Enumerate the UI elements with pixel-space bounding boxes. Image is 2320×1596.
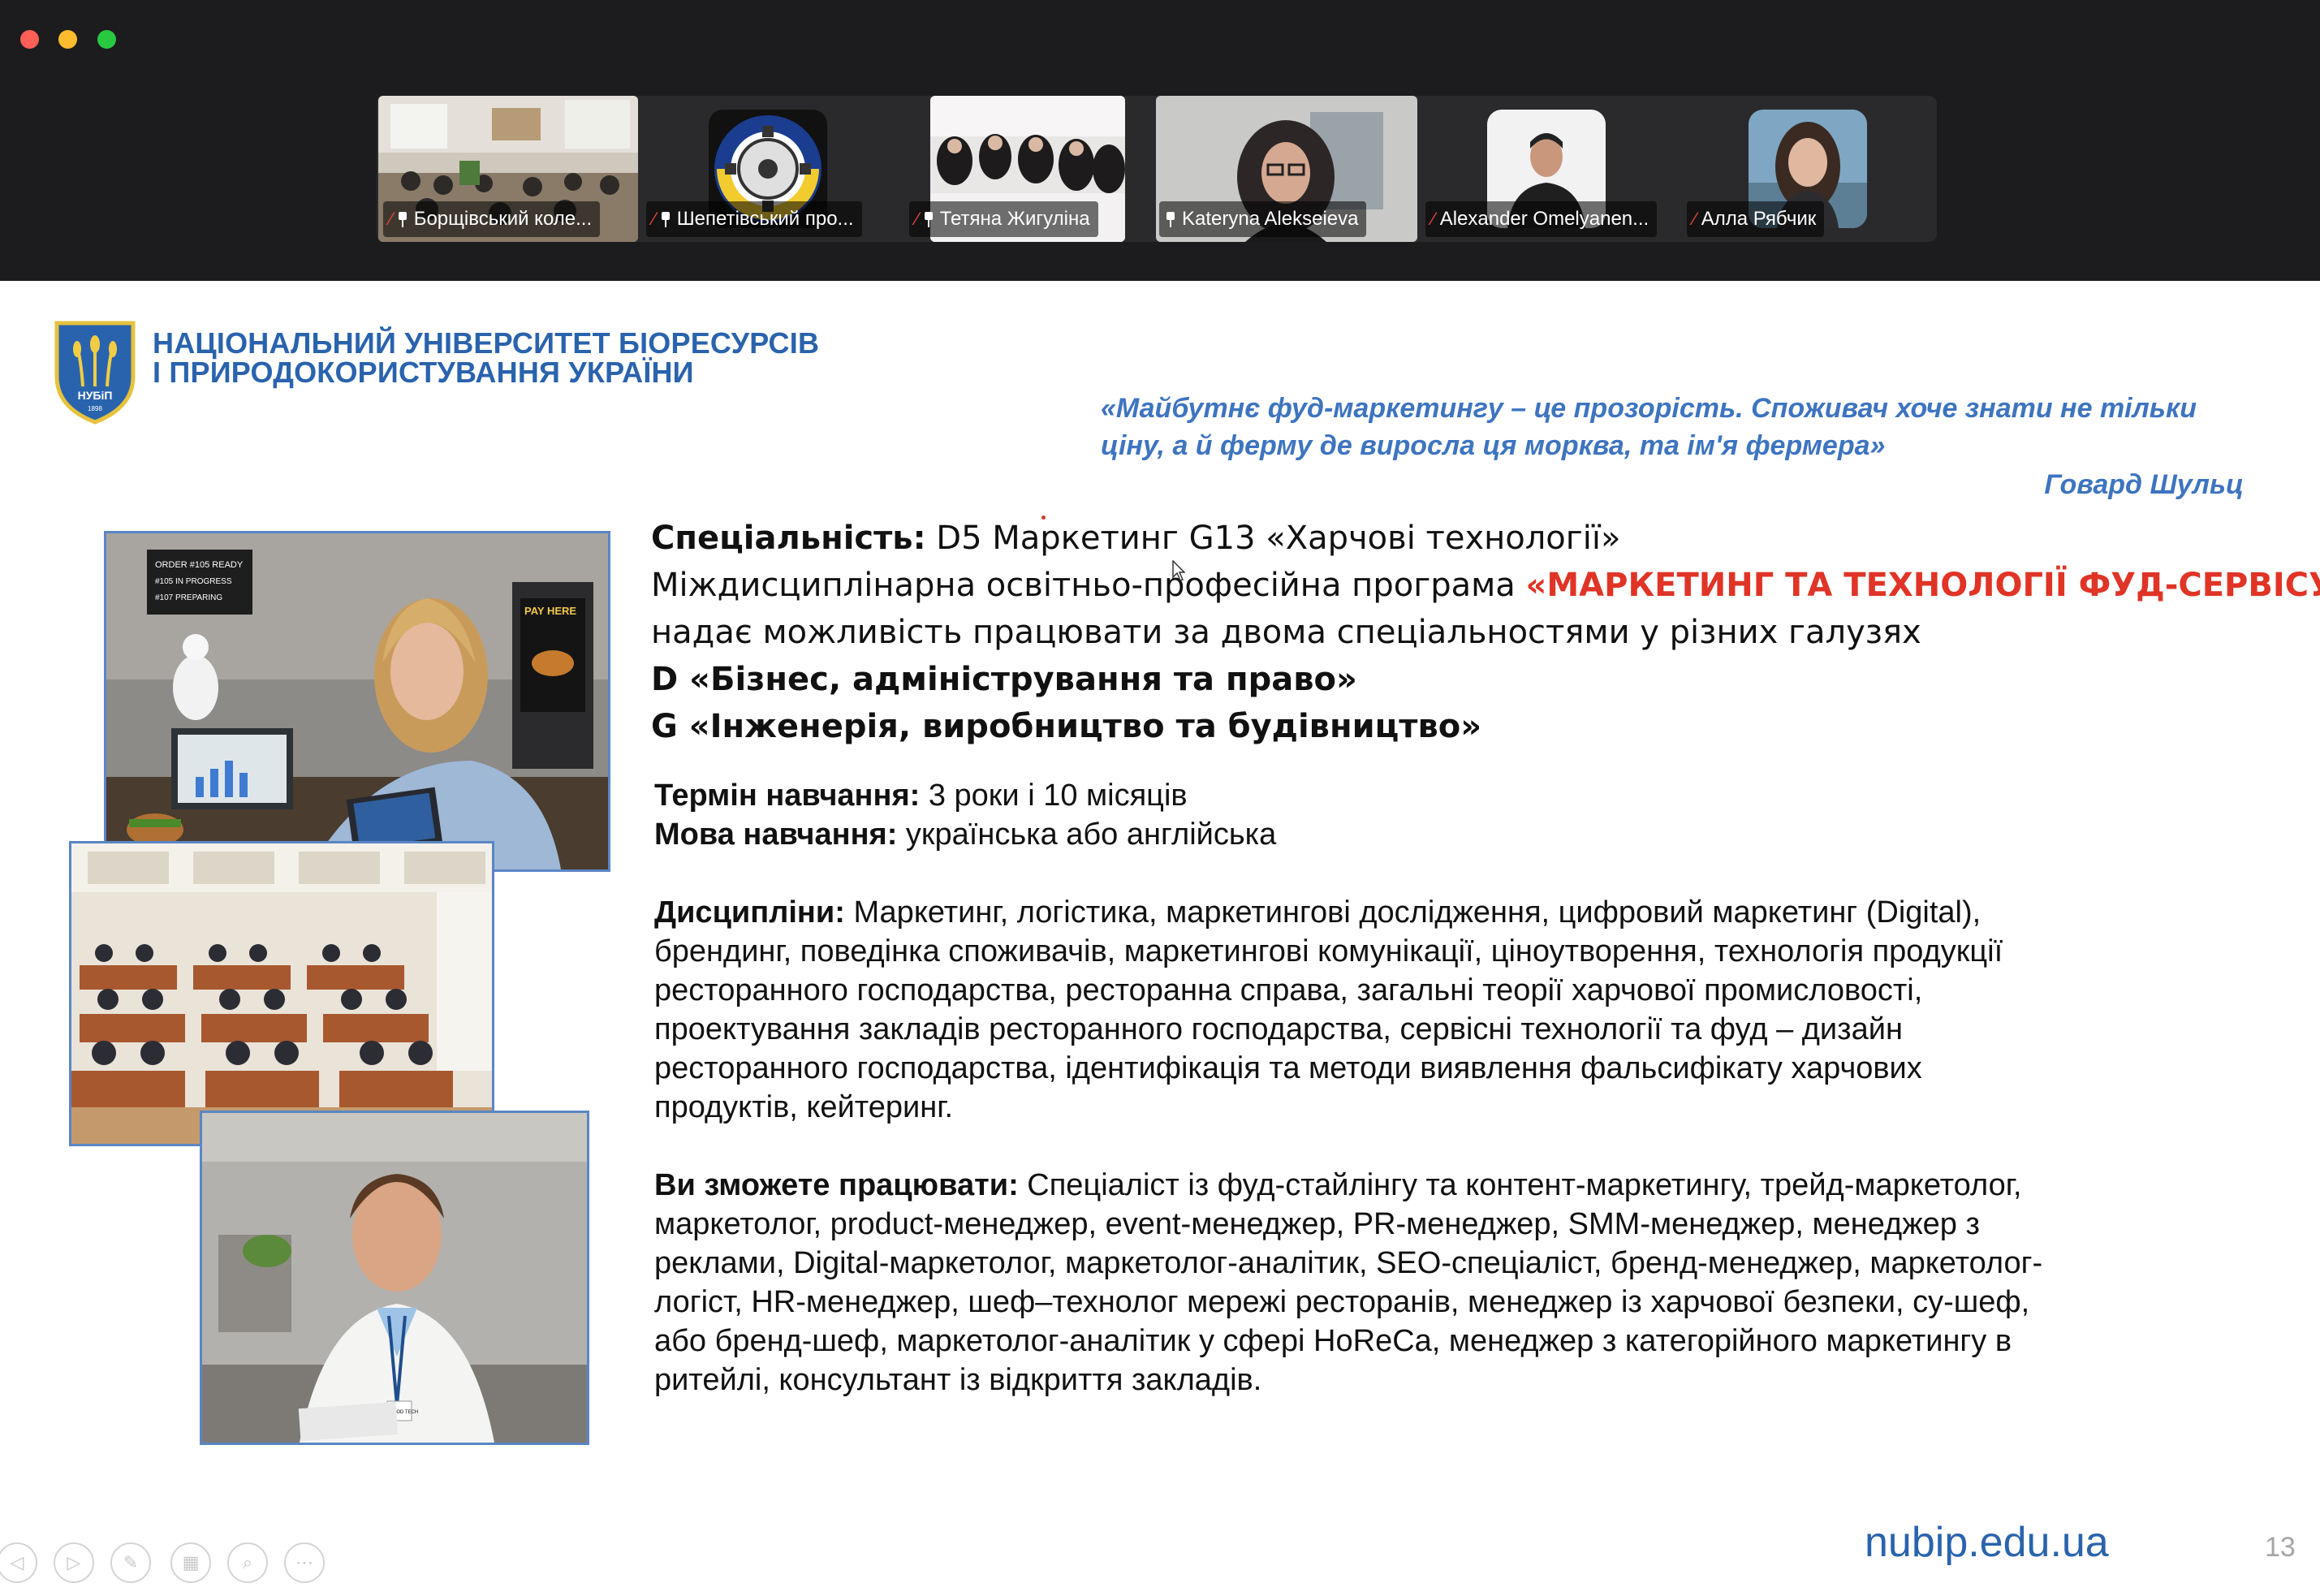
pin-icon (398, 212, 408, 227)
pin-icon (1166, 212, 1175, 227)
university-logo: НУБіП 1898 (54, 320, 136, 425)
mic-muted-icon: ⁄ (1693, 209, 1697, 229)
page-number: 13 (2265, 1532, 2296, 1563)
svg-text:НУБіП: НУБіП (78, 389, 113, 402)
svg-text:1898: 1898 (88, 405, 102, 412)
pin-icon (924, 212, 934, 227)
participant-name-tag: ⁄ Борщівський коле... (383, 201, 601, 237)
next-slide-icon[interactable]: ▷ (54, 1542, 94, 1583)
language-line: Мова навчання: українська або англійська (654, 817, 1277, 852)
provides-line: надає можливість працювати за двома спец… (651, 614, 1921, 651)
program-line: Міждисциплінарна освітньо-професійна про… (651, 567, 2320, 604)
quote-line1: «Майбутнє фуд-маркетингу – це прозорість… (1101, 393, 2197, 424)
mic-muted-icon: ⁄ (653, 209, 656, 229)
photo-marketer: ORDER #105 READY #105 IN PROGRESS #107 P… (104, 531, 610, 872)
mic-muted-icon: ⁄ (1432, 209, 1435, 229)
svg-text:#107 PREPARING: #107 PREPARING (155, 593, 222, 602)
participant-name-tag: Kateryna Alekseieva (1159, 201, 1367, 237)
more-options-icon[interactable]: ⋯ (284, 1542, 325, 1583)
window-minimize-button[interactable] (58, 30, 77, 49)
participant-name: Борщівський коле... (413, 208, 593, 230)
participant-name-tag: ⁄ Alexander Omelyanen... (1425, 201, 1658, 237)
svg-text:#105 IN PROGRESS: #105 IN PROGRESS (155, 577, 232, 586)
branch-g-line: G «Інженерія, виробництво та будівництво… (651, 708, 1482, 745)
disciplines-paragraph: Дисципліни: Маркетинг, логістика, маркет… (654, 895, 2003, 1124)
participant-name: Alexander Omelyanen... (1439, 208, 1649, 230)
window-zoom-button[interactable] (97, 30, 116, 49)
participant-name: Kateryna Alekseieva (1182, 208, 1359, 230)
photo-lecture-hall (69, 841, 494, 1146)
branch-d-line: D «Бізнес, адміністрування та право» (651, 661, 1357, 698)
mouse-cursor-icon (1172, 560, 1185, 581)
participant-name: Тетяна Жигуліна (939, 208, 1090, 230)
pin-icon (661, 212, 671, 227)
specialty-line: Спеціальність: D5 Маркетинг G13 «Харчові… (651, 520, 1621, 557)
slides-grid-icon[interactable]: ▦ (170, 1542, 211, 1583)
careers-paragraph: Ви зможете працювати: Спеціаліст із фуд-… (654, 1168, 2043, 1397)
photo-food-technologist: FOOD TECH (200, 1111, 589, 1445)
participant-name: Алла Рябчик (1701, 208, 1817, 230)
participant-name-tag: ⁄ Тетяна Жигуліна (909, 201, 1098, 237)
footer-url: nubip.edu.ua (1865, 1519, 2109, 1566)
svg-text:PAY HERE: PAY HERE (524, 605, 576, 617)
mic-muted-icon: ⁄ (390, 209, 393, 229)
participant-name-tag: ⁄ Алла Рябчик (1687, 201, 1825, 237)
quote-author: Говард Шульц (2044, 469, 2244, 500)
previous-slide-icon[interactable]: ◁ (0, 1542, 37, 1583)
window-close-button[interactable] (20, 30, 39, 49)
svg-text:ORDER #105 READY: ORDER #105 READY (155, 560, 244, 570)
pen-icon[interactable]: ✎ (110, 1542, 151, 1583)
university-name-line2: І ПРИРОДОКОРИСТУВАННЯ УКРАЇНИ (153, 356, 694, 389)
mic-muted-icon: ⁄ (916, 209, 919, 229)
quote-line2: ціну, а й ферму де виросла ця морква, та… (1101, 430, 1886, 461)
participant-name-tag: ⁄ Шепетівський про... (646, 201, 862, 237)
duration-line: Термін навчання: 3 роки і 10 місяців (654, 779, 1188, 813)
zoom-icon[interactable]: ⌕ (227, 1542, 268, 1583)
participant-name: Шепетівський про... (676, 208, 854, 230)
